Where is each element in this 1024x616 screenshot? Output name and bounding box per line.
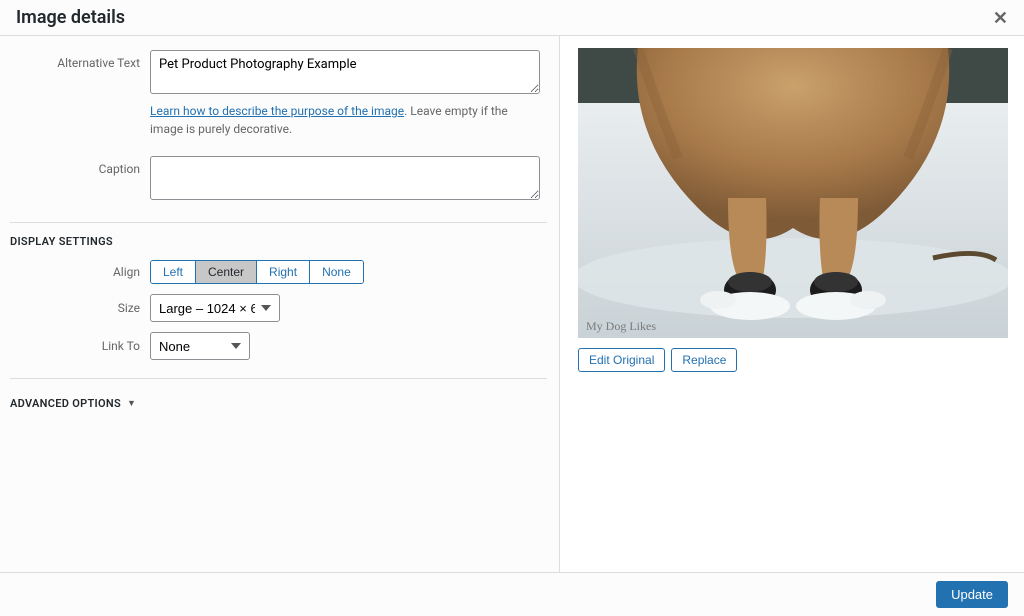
image-preview: My Dog Likes — [578, 48, 1008, 338]
close-icon: ✕ — [993, 8, 1008, 28]
replace-button[interactable]: Replace — [671, 348, 737, 372]
align-row: Align Left Center Right None — [10, 258, 547, 286]
caption-row: Caption — [10, 154, 547, 206]
divider — [10, 222, 547, 223]
image-details-modal: Image details ✕ Alternative Text Learn h… — [0, 0, 1024, 616]
align-button-group: Left Center Right None — [150, 260, 364, 284]
size-select[interactable]: Large – 1024 × 683 — [150, 294, 280, 322]
linkto-label: Link To — [10, 339, 150, 353]
align-label: Align — [10, 265, 150, 279]
size-row: Size Large – 1024 × 683 — [10, 292, 547, 324]
divider-2 — [10, 378, 547, 379]
alt-text-row: Alternative Text Learn how to describe t… — [10, 48, 547, 140]
alt-text-label: Alternative Text — [10, 50, 150, 70]
modal-footer: Update — [0, 572, 1024, 616]
align-none-button[interactable]: None — [309, 261, 363, 283]
modal-title: Image details — [16, 7, 125, 28]
alt-help-link[interactable]: Learn how to describe the purpose of the… — [150, 104, 404, 118]
chevron-down-icon: ▼ — [127, 398, 136, 409]
settings-panel: Alternative Text Learn how to describe t… — [0, 36, 560, 572]
linkto-row: Link To None — [10, 330, 547, 362]
preview-svg: My Dog Likes — [578, 48, 1008, 338]
edit-original-button[interactable]: Edit Original — [578, 348, 665, 372]
linkto-select[interactable]: None — [150, 332, 250, 360]
close-button[interactable]: ✕ — [993, 9, 1008, 27]
alt-help-text: Learn how to describe the purpose of the… — [150, 102, 540, 138]
alt-text-input[interactable] — [150, 50, 540, 94]
modal-body: Alternative Text Learn how to describe t… — [0, 36, 1024, 572]
advanced-options-toggle[interactable]: ADVANCED OPTIONS ▼ — [10, 397, 136, 410]
align-right-button[interactable]: Right — [256, 261, 309, 283]
display-settings-heading: DISPLAY SETTINGS — [10, 235, 547, 248]
preview-panel: My Dog Likes Edit Original Replace — [560, 36, 1024, 572]
advanced-options-label: ADVANCED OPTIONS — [10, 397, 121, 410]
image-actions: Edit Original Replace — [578, 348, 1012, 372]
align-center-button[interactable]: Center — [195, 261, 256, 283]
modal-header: Image details ✕ — [0, 0, 1024, 36]
align-left-button[interactable]: Left — [151, 261, 195, 283]
watermark-text: My Dog Likes — [586, 319, 656, 333]
caption-label: Caption — [10, 156, 150, 176]
size-label: Size — [10, 301, 150, 315]
caption-input[interactable] — [150, 156, 540, 200]
update-button[interactable]: Update — [936, 581, 1008, 608]
